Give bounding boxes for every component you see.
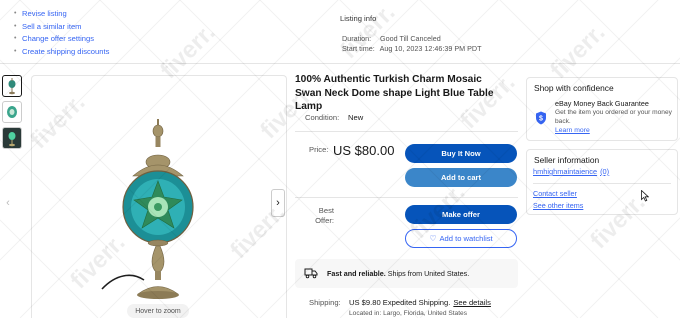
shipping-value: US $9.80 Expedited Shipping. See details <box>349 298 491 307</box>
seller-information-card: Seller information hmhighmaintaience (0) … <box>526 149 678 215</box>
truck-icon <box>304 268 318 279</box>
seller-name-row: hmhighmaintaience (0) <box>533 167 609 176</box>
heart-icon: ♡ <box>429 234 437 243</box>
shipping-banner-rest: Ships from United States. <box>385 269 470 278</box>
hover-to-zoom-label: Hover to zoom <box>127 304 189 318</box>
thumbnail-strip <box>2 75 22 153</box>
listing-meta: Duration: Good Till Canceled Start time:… <box>342 34 482 54</box>
add-to-cart-button[interactable]: Add to cart <box>405 168 517 187</box>
image-gallery[interactable] <box>31 75 287 318</box>
watchlist-label: Add to watchlist <box>439 234 493 243</box>
condition-label: Condition: <box>305 113 340 122</box>
chevron-right-icon[interactable]: › <box>271 189 285 217</box>
lamp-main-image <box>101 119 194 299</box>
confidence-title: Shop with confidence <box>534 83 614 93</box>
shipping-label: Shipping: <box>309 298 341 307</box>
seller-name-link[interactable]: hmhighmaintaience <box>533 167 597 176</box>
lamp-thumbnail-image <box>8 78 16 95</box>
lamp-thumbnail-image <box>7 106 17 118</box>
learn-more-link[interactable]: Learn more <box>555 127 590 134</box>
chevron-left-icon[interactable]: ‹ <box>1 190 15 216</box>
duration-label: Duration: <box>342 34 372 43</box>
start-time-value: Aug 10, 2023 12:46:39 PM PDT <box>379 44 482 53</box>
shipping-cost: US $9.80 Expedited Shipping. <box>349 298 451 307</box>
seller-feedback-count[interactable]: (0) <box>600 167 609 176</box>
shipping-discounts-link[interactable]: Create shipping discounts <box>14 46 109 59</box>
seller-tools-list: Revise listing Sell a similar item Chang… <box>14 8 109 58</box>
money-back-guarantee-title: eBay Money Back Guarantee <box>555 99 649 108</box>
see-other-items-link[interactable]: See other items <box>533 201 583 210</box>
revise-listing-link[interactable]: Revise listing <box>14 8 109 21</box>
mouse-cursor-icon <box>641 190 649 202</box>
item-location: Located in: Largo, Florida, United State… <box>349 310 468 317</box>
buy-it-now-button[interactable]: Buy It Now <box>405 144 517 163</box>
start-time-label: Start time: <box>342 44 375 53</box>
divider <box>533 183 671 184</box>
divider <box>295 197 518 198</box>
contact-seller-link[interactable]: Contact seller <box>533 189 577 198</box>
change-offer-link[interactable]: Change offer settings <box>14 33 109 46</box>
see-details-link[interactable]: See details <box>453 298 491 307</box>
condition-value: New <box>348 113 364 122</box>
shipping-banner-text: Fast and reliable. Ships from United Sta… <box>327 269 469 278</box>
seller-info-title: Seller information <box>534 155 600 165</box>
sell-similar-link[interactable]: Sell a similar item <box>14 21 109 34</box>
item-title: 100% Authentic Turkish Charm Mosaic Swan… <box>295 74 494 112</box>
svg-text:$: $ <box>539 116 543 123</box>
thumbnail-1[interactable] <box>2 75 22 97</box>
seller-tools-bar: Revise listing Sell a similar item Chang… <box>0 0 680 64</box>
price-value: US $80.00 <box>333 143 395 158</box>
thumbnail-3[interactable] <box>2 127 22 149</box>
duration-value: Good Till Canceled <box>380 34 441 43</box>
shield-icon: $ <box>536 111 546 125</box>
lamp-thumbnail-image <box>8 132 16 147</box>
shipping-banner-bold: Fast and reliable. <box>327 269 386 278</box>
listing-info-heading: Listing info <box>340 14 377 23</box>
thumbnail-2[interactable] <box>2 101 22 123</box>
price-label: Price: <box>309 145 329 154</box>
add-to-watchlist-button[interactable]: ♡ Add to watchlist <box>405 229 517 248</box>
shop-with-confidence-card: Shop with confidence $ eBay Money Back G… <box>526 77 678 141</box>
divider <box>295 131 518 132</box>
money-back-guarantee-description: Get the item you ordered or your money b… <box>555 109 672 125</box>
best-offer-label: Best Offer: <box>315 206 334 225</box>
make-offer-button[interactable]: Make offer <box>405 205 517 224</box>
